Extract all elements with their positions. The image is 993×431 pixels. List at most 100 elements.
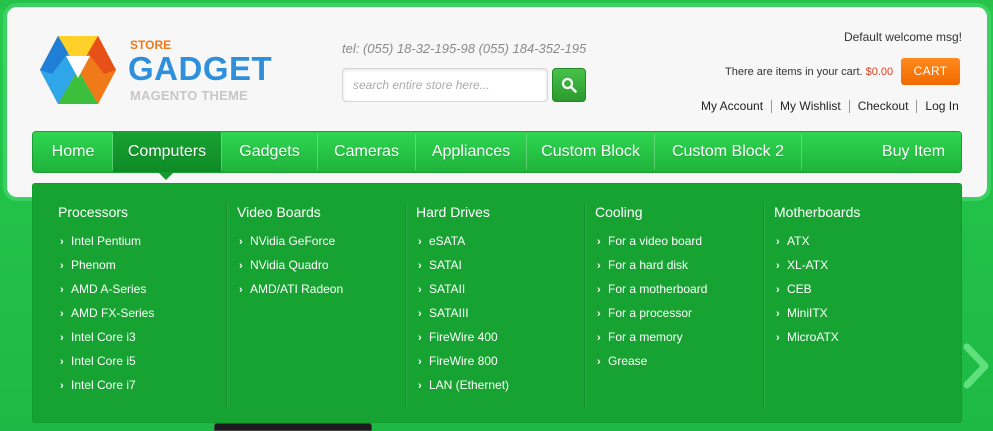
computers-dropdown: Processors › Intel Pentium › Phenom › AMD A… [32, 183, 962, 423]
search-input[interactable] [343, 69, 547, 101]
nav-buy-item[interactable]: Buy Item [864, 132, 963, 172]
list-item[interactable]: › Intel Core i5 [58, 353, 154, 377]
chevron-right-icon: › [597, 356, 601, 368]
chevron-right-icon: › [597, 260, 601, 272]
chevron-right-icon: › [418, 236, 422, 248]
magnifier-icon [561, 77, 577, 93]
nav-divider [801, 134, 802, 170]
cart-items-link[interactable]: items [776, 66, 802, 78]
chevron-right-icon: › [776, 260, 780, 272]
nav-gadgets[interactable]: Gadgets [222, 132, 317, 172]
list-item[interactable]: › AMD/ATI Radeon [237, 281, 343, 305]
list-item[interactable]: › Intel Core i3 [58, 329, 154, 353]
product-image[interactable] [214, 423, 372, 431]
list-item[interactable]: › MicroATX [774, 329, 860, 353]
chevron-right-icon: › [60, 332, 64, 344]
chevron-right-icon: › [418, 332, 422, 344]
list-item[interactable]: › For a memory [595, 329, 707, 353]
chevron-right-icon: › [60, 308, 64, 320]
column-title[interactable]: Video Boards [237, 204, 343, 220]
list-item[interactable]: › SATAI [416, 257, 509, 281]
list-item[interactable]: › XL-ATX [774, 257, 860, 281]
active-menu-pointer [158, 172, 174, 180]
list-item[interactable]: › Grease [595, 353, 707, 377]
column-title[interactable]: Motherboards [774, 204, 860, 220]
search-box [342, 68, 548, 102]
chevron-right-icon: › [597, 332, 601, 344]
list-item[interactable]: › AMD A-Series [58, 281, 154, 305]
chevron-right-icon: › [597, 236, 601, 248]
cart-button[interactable]: CART [901, 58, 960, 85]
cart-amount: $0.00 [865, 66, 894, 78]
list-item[interactable]: › For a hard disk [595, 257, 707, 281]
my-wishlist-link[interactable]: My Wishlist [780, 99, 841, 113]
nav-appliances[interactable]: Appliances [416, 132, 526, 172]
dropdown-column-hard-drives: Hard Drives › eSATA › SATAI › SATAII › SATAI… [416, 204, 509, 401]
chevron-right-icon: › [597, 308, 601, 320]
chevron-right-icon: › [60, 380, 64, 392]
list-item[interactable]: › ATX [774, 233, 860, 257]
nav-cameras[interactable]: Cameras [318, 132, 415, 172]
chevron-right-icon: › [60, 356, 64, 368]
list-item[interactable]: › AMD FX-Series [58, 305, 154, 329]
checkout-link[interactable]: Checkout [858, 99, 909, 113]
nav-custom-block-2[interactable]: Custom Block 2 [655, 132, 801, 172]
list-item[interactable]: › Intel Core i7 [58, 377, 154, 401]
main-navigation: Home Computers Gadgets Cameras Appliance… [32, 131, 962, 173]
link-divider [771, 100, 773, 114]
dropdown-column-motherboards: Motherboards › ATX › XL-ATX › CEB › MiniITX … [774, 204, 860, 353]
logo-theme-text: MAGENTO THEME [130, 88, 248, 103]
nav-custom-block[interactable]: Custom Block [527, 132, 654, 172]
column-title[interactable]: Cooling [595, 204, 707, 220]
chevron-right-icon: › [418, 308, 422, 320]
chevron-right-icon: › [418, 356, 422, 368]
chevron-right-icon: › [776, 332, 780, 344]
welcome-message: Default welcome msg! [843, 30, 962, 44]
list-item[interactable]: › MiniITX [774, 305, 860, 329]
nav-home[interactable]: Home [33, 132, 113, 172]
column-title[interactable]: Processors [58, 204, 154, 220]
column-title[interactable]: Hard Drives [416, 204, 509, 220]
link-divider [848, 100, 850, 114]
logo-gadget-text[interactable]: GADGET [128, 50, 272, 88]
column-divider [226, 202, 227, 408]
column-divider [584, 202, 585, 408]
list-item[interactable]: › For a video board [595, 233, 707, 257]
chevron-right-icon: › [418, 260, 422, 272]
dropdown-column-cooling: Cooling › For a video board › For a hard d… [595, 204, 707, 377]
list-item[interactable]: › CEB [774, 281, 860, 305]
chevron-right-icon: › [776, 284, 780, 296]
chevron-right-icon: › [597, 284, 601, 296]
cart-prefix: There are [725, 66, 776, 78]
chevron-right-icon: › [60, 236, 64, 248]
chevron-right-icon: › [60, 260, 64, 272]
list-item[interactable]: › NVidia GeForce [237, 233, 343, 257]
list-item[interactable]: › SATAIII [416, 305, 509, 329]
nav-computers[interactable]: Computers [113, 132, 221, 172]
list-item[interactable]: › LAN (Ethernet) [416, 377, 509, 401]
list-item[interactable]: › NVidia Quadro [237, 257, 343, 281]
chevron-right-icon: › [418, 380, 422, 392]
log-in-link[interactable]: Log In [925, 99, 958, 113]
column-divider [763, 202, 764, 408]
list-item[interactable]: › SATAII [416, 281, 509, 305]
my-account-link[interactable]: My Account [701, 99, 763, 113]
logo-icon[interactable] [38, 34, 118, 106]
list-item[interactable]: › FireWire 400 [416, 329, 509, 353]
list-item[interactable]: › FireWire 800 [416, 353, 509, 377]
list-item[interactable]: › Intel Pentium [58, 233, 154, 257]
list-item[interactable]: › For a processor [595, 305, 707, 329]
list-item[interactable]: › For a motherboard [595, 281, 707, 305]
chevron-right-icon: › [239, 284, 243, 296]
chevron-right-icon: › [418, 284, 422, 296]
list-item[interactable]: › Phenom [58, 257, 154, 281]
cart-summary: There are items in your cart. $0.00 [725, 66, 893, 78]
list-item[interactable]: › eSATA [416, 233, 509, 257]
chevron-right-icon: › [776, 236, 780, 248]
phone-numbers: tel: (055) 18-32-195-98 (055) 184-352-19… [342, 41, 587, 56]
chevron-right-icon: › [239, 236, 243, 248]
dropdown-column-processors: Processors › Intel Pentium › Phenom › AMD A… [58, 204, 154, 401]
top-links: My Account My Wishlist Checkout Log In [701, 99, 959, 114]
slider-next-icon[interactable] [961, 343, 991, 389]
search-button[interactable] [552, 68, 586, 102]
